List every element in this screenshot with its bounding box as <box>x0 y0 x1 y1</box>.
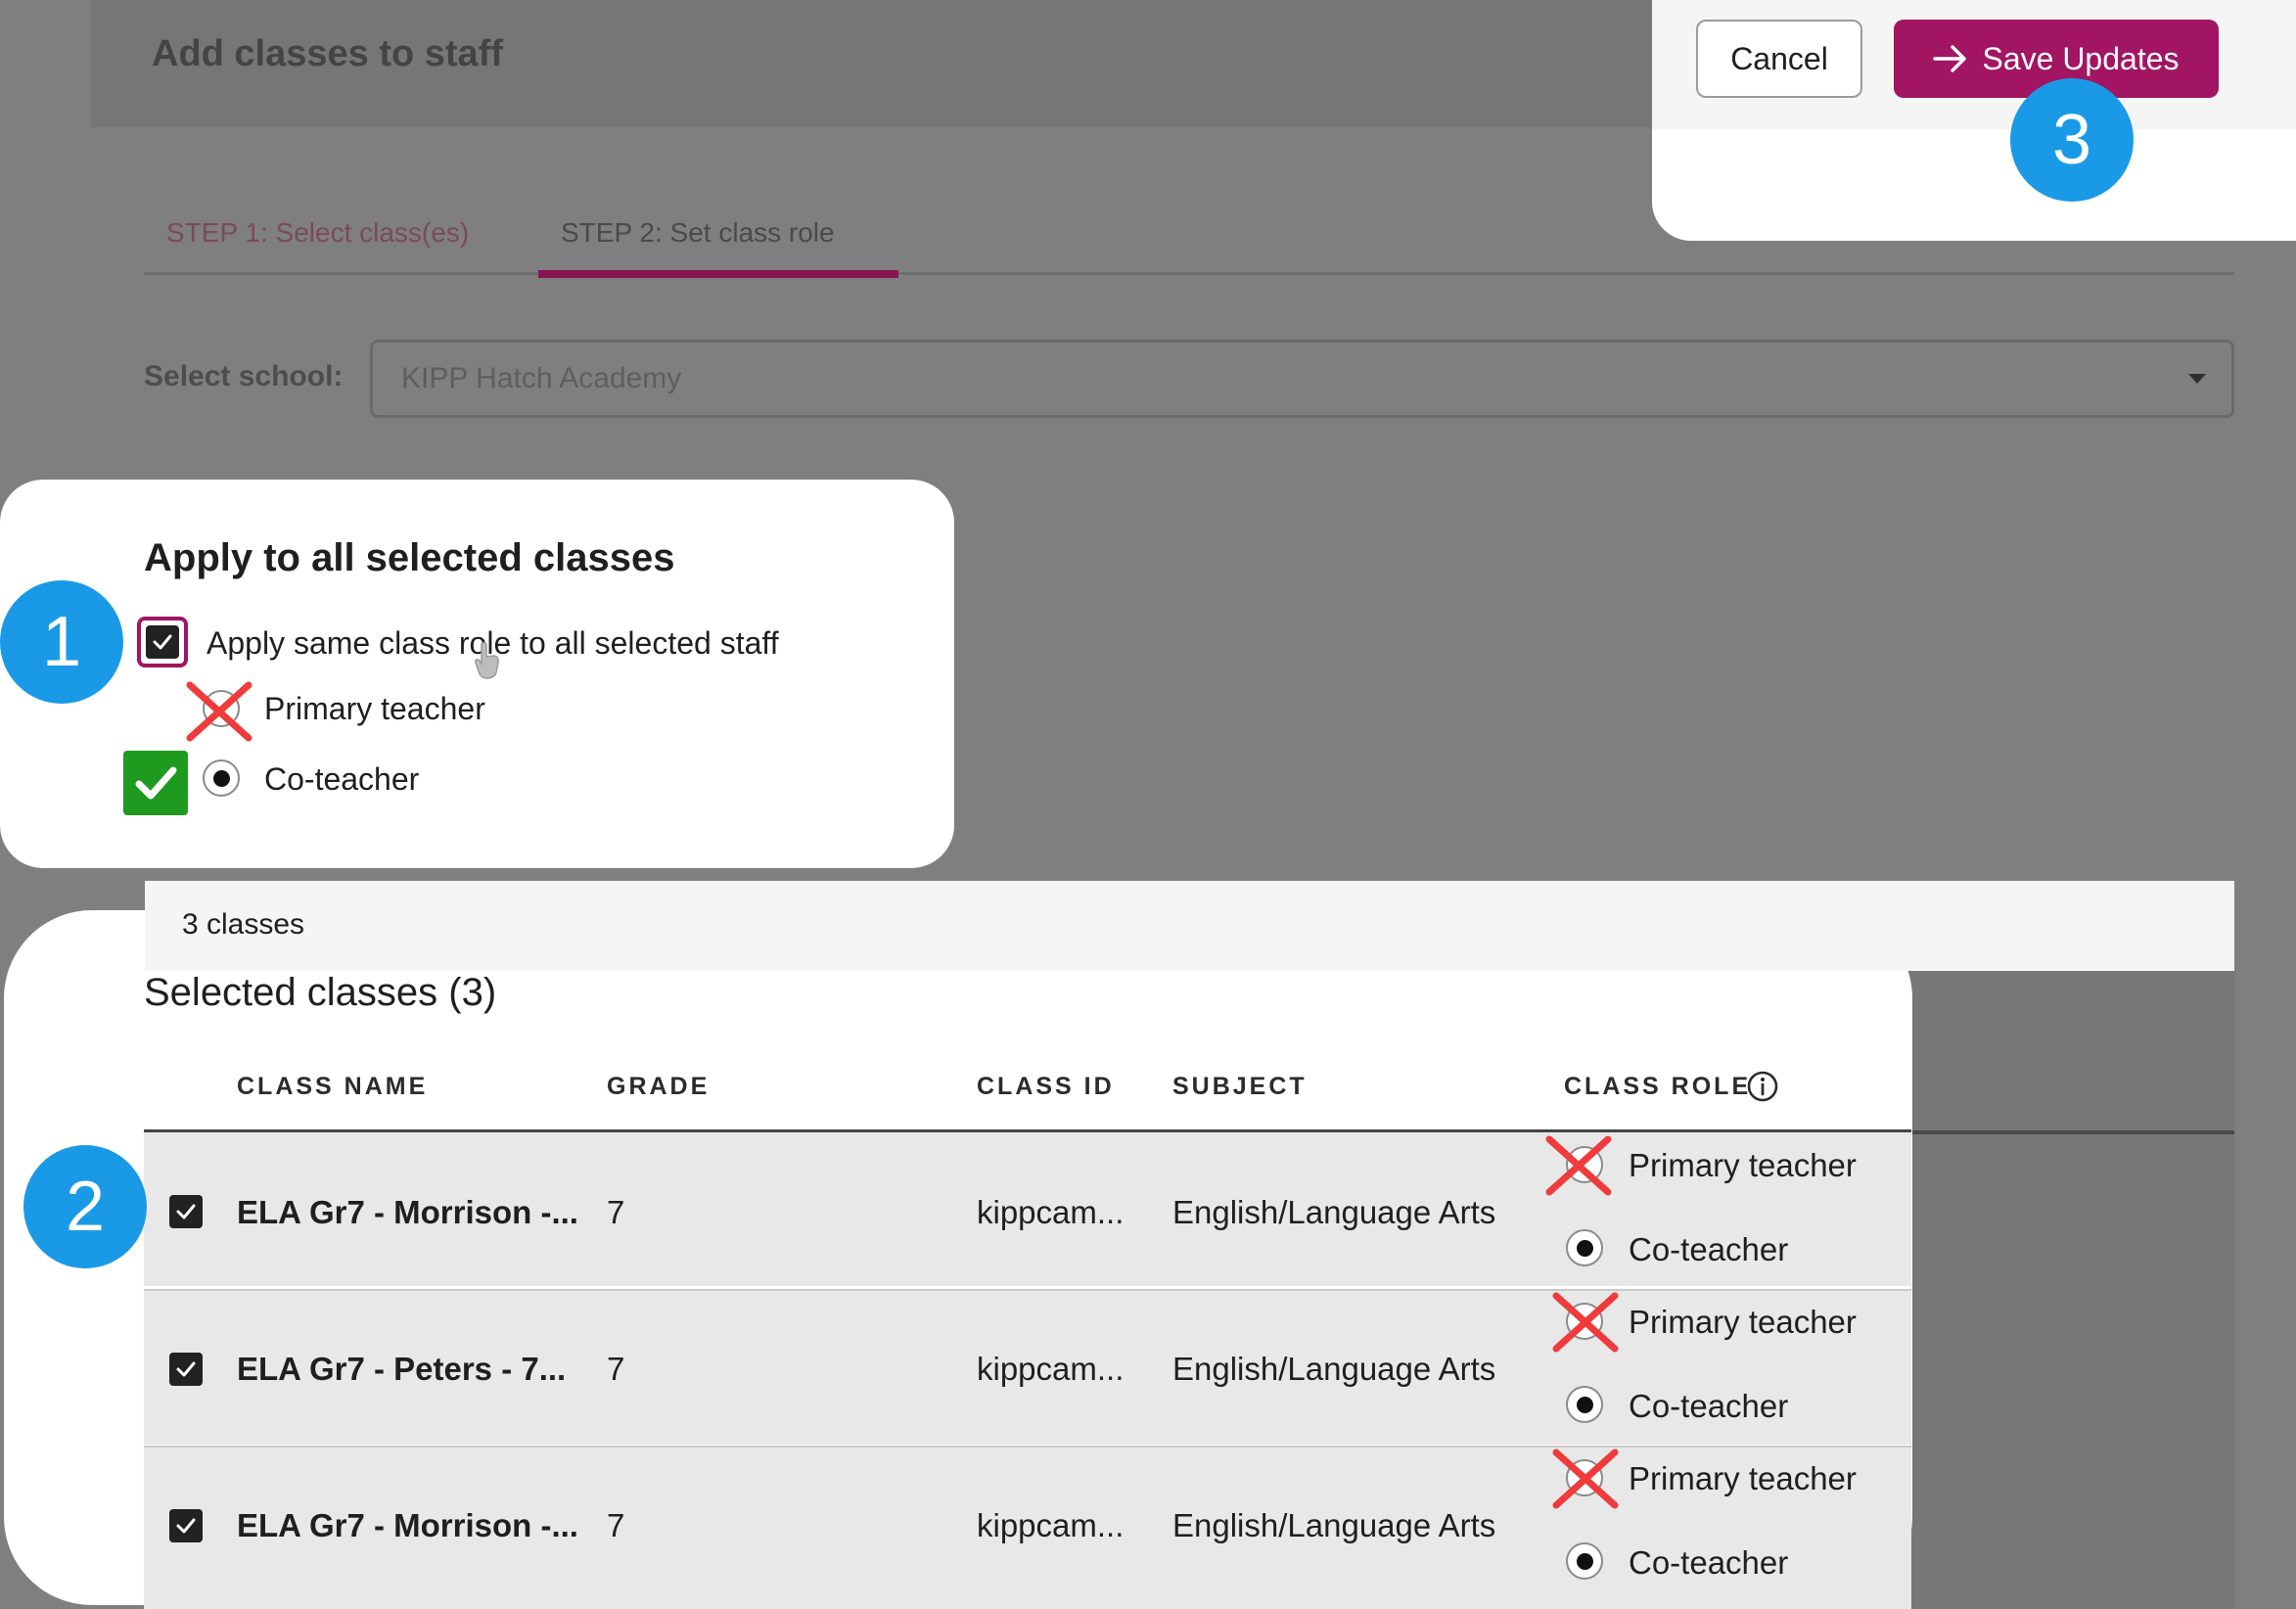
arrow-right-icon <box>1933 45 1967 72</box>
apply-primary-teacher-label: Primary teacher <box>264 691 485 726</box>
background-row-divider <box>1908 1130 2234 1134</box>
apply-co-teacher-label: Co-teacher <box>264 761 420 797</box>
apply-co-teacher-radio[interactable] <box>203 759 240 797</box>
primary-teacher-label: Primary teacher <box>1629 1147 1857 1183</box>
subject-cell: English/Language Arts <box>1172 1351 1496 1387</box>
checkmark-icon <box>176 1204 196 1219</box>
classes-count: 3 classes <box>182 908 305 941</box>
column-header-class-name: CLASS NAME <box>237 1073 429 1100</box>
step-badge-2: 2 <box>23 1145 147 1268</box>
class-name-cell: ELA Gr7 - Peters - 7... <box>237 1351 567 1387</box>
co-teacher-radio[interactable] <box>1566 1386 1603 1423</box>
primary-teacher-label: Primary teacher <box>1629 1304 1857 1340</box>
co-teacher-label: Co-teacher <box>1629 1388 1789 1424</box>
subject-cell: English/Language Arts <box>1172 1194 1496 1230</box>
row-checkbox[interactable] <box>169 1353 203 1386</box>
red-cross-icon <box>1552 1448 1619 1509</box>
row-checkbox[interactable] <box>169 1509 203 1542</box>
grade-cell: 7 <box>607 1351 625 1387</box>
step-badge-3: 3 <box>2010 78 2134 202</box>
checkmark-icon <box>153 634 172 650</box>
red-cross-icon <box>186 681 253 742</box>
tab-step-2[interactable]: STEP 2: Set class role <box>561 217 835 249</box>
co-teacher-radio[interactable] <box>1566 1542 1603 1580</box>
background-table-edge <box>1908 881 2234 1609</box>
checkmark-icon <box>176 1361 196 1377</box>
apply-all-title: Apply to all selected classes <box>144 536 675 579</box>
grade-cell: 7 <box>607 1194 625 1230</box>
co-teacher-label: Co-teacher <box>1629 1544 1789 1581</box>
chevron-down-icon <box>2188 374 2206 384</box>
class-id-cell: kippcam... <box>977 1351 1125 1387</box>
tab-divider <box>144 272 2234 275</box>
class-name-cell: ELA Gr7 - Morrison -... <box>237 1194 578 1230</box>
active-tab-indicator <box>538 270 898 278</box>
school-label: Select school: <box>144 360 344 392</box>
class-id-cell: kippcam... <box>977 1194 1125 1230</box>
cursor-icon <box>475 642 499 679</box>
selected-classes-title: Selected classes (3) <box>144 971 497 1014</box>
column-header-subject: SUBJECT <box>1172 1073 1308 1100</box>
cancel-button[interactable]: Cancel <box>1696 20 1862 98</box>
primary-teacher-label: Primary teacher <box>1629 1460 1857 1496</box>
tab-step-1[interactable]: STEP 1: Select class(es) <box>166 217 469 249</box>
classes-count-bar <box>145 881 2234 971</box>
co-teacher-radio[interactable] <box>1566 1229 1603 1266</box>
page-title: Add classes to staff <box>152 33 503 74</box>
co-teacher-label: Co-teacher <box>1629 1231 1789 1267</box>
red-cross-icon <box>1552 1292 1619 1353</box>
red-cross-icon <box>1545 1135 1612 1196</box>
class-name-cell: ELA Gr7 - Morrison -... <box>237 1507 578 1543</box>
green-check-icon <box>123 751 188 815</box>
column-header-grade: GRADE <box>607 1073 711 1100</box>
column-header-class-id: CLASS ID <box>977 1073 1115 1100</box>
info-icon[interactable] <box>1746 1070 1779 1103</box>
apply-all-checkbox[interactable] <box>146 625 179 659</box>
column-header-class-role: CLASS ROLE <box>1564 1073 1752 1100</box>
grade-cell: 7 <box>607 1507 625 1543</box>
cancel-button-label: Cancel <box>1730 40 1828 76</box>
school-select-value: KIPP Hatch Academy <box>401 362 682 394</box>
row-checkbox[interactable] <box>169 1195 203 1228</box>
subject-cell: English/Language Arts <box>1172 1507 1496 1543</box>
checkmark-icon <box>176 1518 196 1534</box>
save-button-label: Save Updates <box>1982 40 2180 76</box>
class-id-cell: kippcam... <box>977 1507 1125 1543</box>
step-badge-1: 1 <box>0 580 123 704</box>
